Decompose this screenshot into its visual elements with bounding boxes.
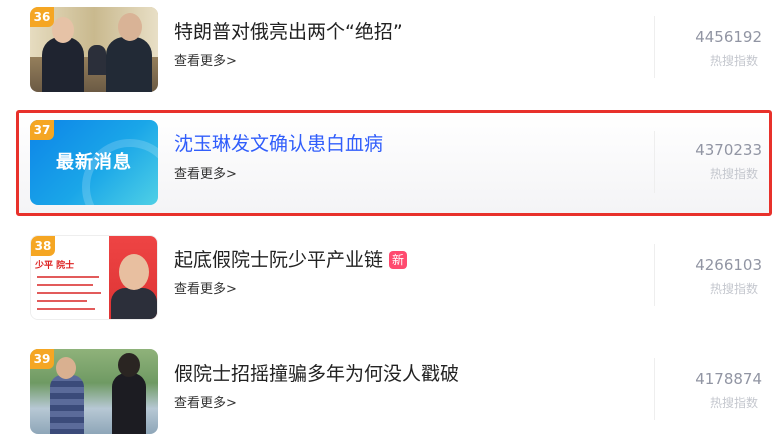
view-more-link[interactable]: 查看更多>: [174, 278, 237, 297]
hot-search-item[interactable]: 39 假院士招摇撞骗多年为何没人戳破 查看更多> 4178874 热搜指数: [16, 336, 772, 442]
news-thumbnail[interactable]: 39: [30, 349, 158, 434]
hot-score: 4266103: [695, 256, 762, 274]
item-title-text[interactable]: 起底假院士阮少平产业链: [174, 249, 383, 271]
thumb-figure-head: [52, 17, 74, 43]
item-title[interactable]: 特朗普对俄亮出两个“绝招”: [174, 17, 403, 44]
thumb-document-heading: 少平 院士: [35, 261, 75, 271]
divider: [654, 131, 655, 193]
rank-badge: 39: [30, 349, 54, 369]
hot-score: 4456192: [695, 28, 762, 46]
divider: [654, 16, 655, 78]
news-thumbnail[interactable]: 最新消息 37: [30, 120, 158, 205]
thumb-figure-head: [118, 353, 140, 377]
hot-search-item[interactable]: 36 特朗普对俄亮出两个“绝招” 查看更多> 4456192 热搜指数: [16, 0, 772, 100]
thumb-figure: [106, 37, 152, 92]
hot-score-label: 热搜指数: [709, 167, 758, 181]
thumb-figure: [42, 37, 84, 92]
hot-search-item[interactable]: 少平 院士 38 起底假院士阮少平产业链新 查看更多> 4266103 热搜指数: [16, 222, 772, 328]
divider: [654, 358, 655, 420]
rank-badge: 38: [31, 236, 55, 256]
hot-score-label: 热搜指数: [709, 54, 758, 68]
hot-score: 4370233: [695, 141, 762, 159]
divider: [654, 244, 655, 306]
item-title[interactable]: 沈玉琳发文确认患白血病: [174, 129, 383, 156]
hot-search-item-highlighted[interactable]: 最新消息 37 沈玉琳发文确认患白血病 查看更多> 4370233 热搜指数: [16, 110, 772, 216]
rank-badge: 36: [30, 7, 54, 27]
thumb-figure-head: [119, 254, 149, 290]
item-title-text[interactable]: 假院士招摇撞骗多年为何没人戳破: [174, 363, 459, 385]
item-title[interactable]: 假院士招摇撞骗多年为何没人戳破: [174, 359, 459, 386]
new-badge: 新: [389, 251, 408, 269]
news-thumbnail[interactable]: 少平 院士 38: [30, 235, 158, 320]
item-title-text[interactable]: 沈玉琳发文确认患白血病: [174, 133, 383, 155]
rank-badge: 37: [30, 120, 54, 140]
hot-score-label: 热搜指数: [709, 396, 758, 410]
thumb-text-line: [37, 292, 101, 294]
hot-score-label: 热搜指数: [709, 282, 758, 296]
thumb-figure: [111, 288, 157, 319]
thumb-figure-head: [118, 13, 142, 41]
thumb-text-line: [37, 284, 93, 286]
thumb-figure: [50, 375, 84, 434]
thumb-text-line: [37, 308, 95, 310]
thumb-figure: [112, 373, 146, 434]
news-thumbnail[interactable]: 36: [30, 7, 158, 92]
item-title-text[interactable]: 特朗普对俄亮出两个“绝招”: [174, 21, 403, 43]
thumb-figure: [88, 45, 106, 75]
thumb-text-line: [37, 276, 99, 278]
thumb-text-line: [37, 300, 87, 302]
item-title[interactable]: 起底假院士阮少平产业链新: [174, 245, 408, 272]
hot-search-list: 36 特朗普对俄亮出两个“绝招” 查看更多> 4456192 热搜指数 最新消息…: [0, 0, 784, 444]
thumb-figure-head: [56, 357, 76, 379]
view-more-link[interactable]: 查看更多>: [174, 50, 237, 69]
view-more-link[interactable]: 查看更多>: [174, 392, 237, 411]
view-more-link[interactable]: 查看更多>: [174, 163, 237, 182]
hot-score: 4178874: [695, 370, 762, 388]
